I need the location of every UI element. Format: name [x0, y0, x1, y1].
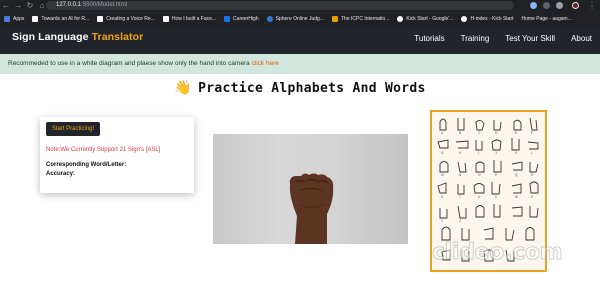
bookmark-label: Towards an AI for R...: [41, 15, 90, 22]
url-path: :5500/Model.html: [81, 2, 128, 8]
bookmark-item[interactable]: Kick Start - Google'...: [397, 15, 454, 22]
bookmark-item[interactable]: Home Page - aagam...: [522, 16, 572, 22]
nav-links: Tutorials Training Test Your Skill About: [398, 34, 592, 43]
bookmark-item[interactable]: How I built a Face...: [162, 15, 217, 22]
svg-text:Y: Y: [441, 219, 444, 223]
svg-text:W: W: [515, 195, 518, 199]
svg-text:G: G: [441, 151, 444, 155]
start-practicing-button[interactable]: Start Practicing!: [46, 122, 100, 136]
word-letter-label: Corresponding Word/Letter:: [46, 162, 127, 168]
svg-text:P: P: [495, 173, 497, 177]
bookmark-label: How I built a Face...: [171, 15, 217, 22]
svg-text:J: J: [495, 151, 497, 155]
svg-text:N: N: [459, 173, 462, 177]
google-icon: [461, 15, 468, 22]
bookmark-item[interactable]: Creating a Voice Re...: [97, 15, 155, 22]
svg-text:Q: Q: [515, 173, 518, 177]
site-navbar: Sign Language Translator Tutorials Train…: [0, 26, 600, 54]
svg-text:T: T: [459, 195, 461, 199]
apps-grid-icon: [4, 15, 10, 22]
svg-text:M: M: [441, 173, 444, 177]
bookmark-item[interactable]: Sphere Online Judg...: [266, 15, 324, 22]
browser-chrome: ← → ↻ ⌂ 127.0.0.1:5500/Model.html ⋮ Apps…: [0, 0, 600, 26]
clideo-watermark: clideo.com: [432, 240, 563, 266]
bookmark-label: Creating a Voice Re...: [106, 15, 155, 22]
icpc-icon: [332, 15, 338, 22]
notice-text: Recommeded to use in a white diagram and…: [8, 60, 252, 67]
svg-text:U: U: [478, 195, 481, 199]
bookmark-item[interactable]: The ICPC Internatio...: [332, 15, 390, 22]
svg-text:O: O: [478, 173, 481, 177]
notice-banner: Recommeded to use in a white diagram and…: [0, 54, 600, 74]
support-note: Note:We Currently Support 21 Sign's [ASL…: [46, 147, 161, 153]
page-title: 👋 Practice Alphabets And Words: [0, 80, 600, 96]
bookmark-item[interactable]: Towards an AI for R...: [32, 15, 90, 22]
brand-accent: Translator: [91, 31, 144, 43]
nav-link-training[interactable]: Training: [461, 34, 490, 43]
notice-link[interactable]: click here: [252, 60, 279, 67]
bookmark-label: Apps: [13, 15, 25, 22]
svg-text:H: H: [459, 151, 462, 155]
svg-text:B: B: [459, 131, 461, 135]
medium-icon: [162, 15, 169, 22]
practice-card: Start Practicing! Note:We Currently Supp…: [40, 117, 194, 193]
bookmark-item[interactable]: CareerHigh: [224, 15, 259, 22]
address-bar[interactable]: 127.0.0.1:5500/Model.html: [46, 1, 514, 10]
careerhigh-icon: [224, 15, 231, 22]
svg-text:R: R: [531, 173, 534, 177]
forward-icon[interactable]: →: [12, 0, 24, 11]
bookmark-label: H-index - Kick Start: [470, 15, 514, 22]
svg-text:S: S: [441, 195, 443, 199]
bookmark-item[interactable]: H-index - Kick Start: [461, 15, 514, 22]
puzzle-icon[interactable]: [556, 2, 563, 9]
page-title-text: Practice Alphabets And Words: [198, 81, 426, 96]
waving-hand-icon: 👋: [174, 80, 193, 96]
extension-icon[interactable]: [530, 2, 537, 9]
back-icon[interactable]: ←: [0, 0, 12, 11]
webcam-feed: [213, 134, 408, 244]
brand-logo[interactable]: Sign Language Translator: [12, 31, 143, 43]
profile-avatar[interactable]: [572, 2, 579, 9]
svg-text:V: V: [495, 195, 498, 199]
medium-icon: [32, 15, 39, 22]
bookmark-label: Kick Start - Google'...: [406, 15, 454, 22]
nav-link-test-your-skill[interactable]: Test Your Skill: [505, 34, 555, 43]
nav-link-about[interactable]: About: [571, 34, 592, 43]
address-row: ← → ↻ ⌂ 127.0.0.1:5500/Model.html ⋮: [0, 0, 600, 11]
bookmark-label: Home Page - aagam...: [521, 15, 572, 22]
svg-text:Z: Z: [459, 219, 461, 223]
hand-fist-image: [289, 173, 334, 244]
menu-dots-icon[interactable]: ⋮: [586, 0, 598, 11]
reload-icon[interactable]: ↻: [24, 0, 36, 11]
medium-icon: [97, 15, 104, 22]
bookmark-label: Sphere Online Judg...: [275, 15, 324, 22]
svg-text:D: D: [495, 131, 498, 135]
bookmark-label: CareerHigh: [233, 15, 259, 22]
svg-text:C: C: [478, 131, 481, 135]
accuracy-label: Accuracy:: [46, 171, 76, 177]
url-host: 127.0.0.1: [56, 2, 82, 8]
nav-link-tutorials[interactable]: Tutorials: [414, 34, 444, 43]
bookmarks-bar: Apps Towards an AI for R... Creating a V…: [0, 12, 600, 25]
svg-text:E: E: [515, 131, 517, 135]
svg-text:L: L: [531, 151, 533, 155]
svg-text:K: K: [515, 151, 518, 155]
brand-main: Sign Language: [12, 31, 92, 43]
svg-text:X: X: [531, 195, 534, 199]
svg-text:I: I: [478, 151, 479, 155]
bookmark-item[interactable]: Apps: [4, 15, 25, 22]
svg-text:A: A: [441, 131, 444, 135]
svg-text:F: F: [531, 131, 533, 135]
spoj-icon: [266, 15, 273, 22]
google-icon: [397, 15, 404, 22]
bookmark-label: The ICPC Internatio...: [341, 15, 390, 22]
extension-icon[interactable]: [543, 2, 550, 9]
